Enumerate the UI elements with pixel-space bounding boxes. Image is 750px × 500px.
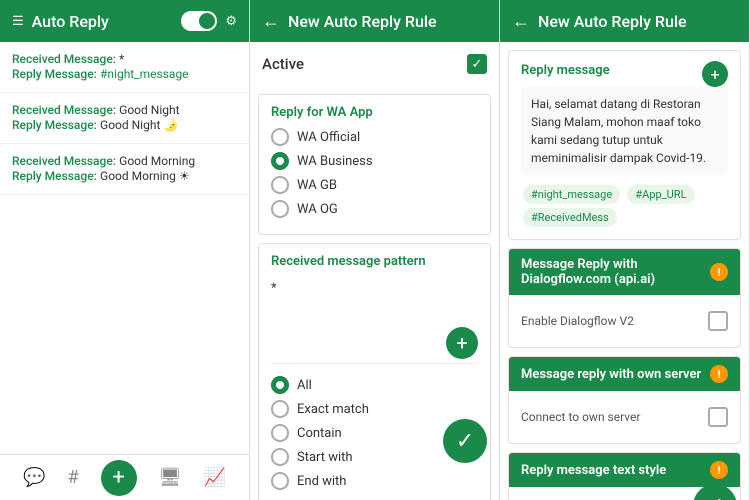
wa-business-label: WA Business <box>297 154 373 169</box>
dialogflow-title: Message Reply with Dialogflow.com (api.a… <box>521 257 710 287</box>
pattern-title: Received message pattern <box>271 254 478 269</box>
gear-icon[interactable]: ⚙ <box>225 14 237 29</box>
wa-og-radio[interactable] <box>271 200 289 218</box>
wa-gb-radio[interactable] <box>271 176 289 194</box>
wa-og-option[interactable]: WA OG <box>271 200 478 218</box>
all-option[interactable]: All <box>271 376 478 394</box>
panel3-header: ← New Auto Reply Rule <box>500 0 749 42</box>
add-reply-button[interactable]: + <box>702 61 728 87</box>
received-label: Received Message: Good Morning <box>12 154 237 169</box>
wa-official-label: WA Official <box>297 130 360 145</box>
reply-message-text: Hai, selamat datang di Restoran Siang Ma… <box>521 87 728 175</box>
reply-for-wa-app-section: Reply for WA App WA Official WA Business… <box>258 94 491 235</box>
panel-new-rule-left: ← New Auto Reply Rule Active ✓ Reply for… <box>250 0 500 500</box>
wa-gb-option[interactable]: WA GB <box>271 176 478 194</box>
reply-label: Reply Message: #night_message <box>12 67 237 82</box>
add-button[interactable]: + <box>101 460 137 496</box>
reply-label: Reply Message: Good Morning ☀ <box>12 169 237 184</box>
wa-official-radio[interactable] <box>271 128 289 146</box>
pattern-text: * <box>271 277 478 327</box>
dialogflow-header: Message Reply with Dialogflow.com (api.a… <box>509 249 740 295</box>
panel1-title: Auto Reply <box>32 12 174 31</box>
active-checkbox[interactable]: ✓ <box>467 54 487 74</box>
own-server-header: Message reply with own server ! <box>509 357 740 391</box>
reply-message-title: Reply message <box>521 63 610 78</box>
panel2-title: New Auto Reply Rule <box>288 12 487 31</box>
reply-message-section: Reply message + Hai, selamat datang di R… <box>508 50 741 240</box>
exact-match-label: Exact match <box>297 402 369 417</box>
contain-label: Contain <box>297 426 342 441</box>
reply-label: Reply Message: Good Night 🌛 <box>12 118 237 133</box>
text-style-header: Reply message text style ! <box>509 453 740 487</box>
add-pattern-button[interactable]: + <box>446 327 478 359</box>
panel2-body: Active ✓ Reply for WA App WA Official WA… <box>250 42 499 500</box>
menu-icon[interactable]: ☰ <box>12 14 24 29</box>
end-with-option[interactable]: End with <box>271 472 478 490</box>
dialogflow-label: Enable Dialogflow V2 <box>521 314 634 328</box>
text-style-info-icon[interactable]: ! <box>710 461 728 479</box>
list-item[interactable]: Received Message: Good Night Reply Messa… <box>0 93 249 144</box>
panel3-body: Reply message + Hai, selamat datang di R… <box>500 42 749 500</box>
own-server-checkbox[interactable] <box>708 407 728 427</box>
active-label: Active <box>262 55 304 73</box>
chat-icon[interactable]: 💬 <box>23 467 45 488</box>
panel2-fab-check[interactable]: ✓ <box>443 419 487 463</box>
panel1-header: ☰ Auto Reply ⚙ <box>0 0 249 42</box>
text-style-title: Reply message text style <box>521 463 666 478</box>
back-arrow-icon[interactable]: ← <box>512 11 530 32</box>
reply-wa-app-title: Reply for WA App <box>271 105 478 120</box>
toggle-switch[interactable] <box>181 11 217 31</box>
dialogflow-checkbox[interactable] <box>708 311 728 331</box>
panel-new-rule-right: ← New Auto Reply Rule Reply message + Ha… <box>500 0 750 500</box>
list-item[interactable]: Received Message: Good Morning Reply Mes… <box>0 144 249 195</box>
active-row[interactable]: Active ✓ <box>250 42 499 86</box>
hashtag-icon[interactable]: # <box>67 467 78 488</box>
panel3-title: New Auto Reply Rule <box>538 12 737 31</box>
own-server-title: Message reply with own server <box>521 367 701 382</box>
all-label: All <box>297 378 312 393</box>
all-radio[interactable] <box>271 376 289 394</box>
wa-og-label: WA OG <box>297 202 338 217</box>
tag-chip[interactable]: #App_URL <box>627 185 694 204</box>
wa-business-option[interactable]: WA Business <box>271 152 478 170</box>
list-item[interactable]: Received Message: * Reply Message: #nigh… <box>0 42 249 93</box>
reply-tags: #night_message #App_URL #ReceivedMess <box>521 183 728 229</box>
panel-auto-reply: ☰ Auto Reply ⚙ Received Message: * Reply… <box>0 0 250 500</box>
start-with-radio[interactable] <box>271 448 289 466</box>
received-label: Received Message: * <box>12 52 237 67</box>
panel1-content: Received Message: * Reply Message: #nigh… <box>0 42 249 454</box>
own-server-body: Connect to own server <box>509 391 740 443</box>
contain-radio[interactable] <box>271 424 289 442</box>
own-server-label: Connect to own server <box>521 410 640 424</box>
panel3-scroll: Reply message + Hai, selamat datang di R… <box>500 42 749 500</box>
own-server-info-icon[interactable]: ! <box>710 365 728 383</box>
exact-match-option[interactable]: Exact match <box>271 400 478 418</box>
exact-match-radio[interactable] <box>271 400 289 418</box>
dialogflow-body: Enable Dialogflow V2 <box>509 295 740 347</box>
desktop-icon[interactable]: 🖥 <box>159 467 182 488</box>
dialogflow-info-icon[interactable]: ! <box>710 263 728 281</box>
wa-business-radio[interactable] <box>271 152 289 170</box>
back-arrow-icon[interactable]: ← <box>262 11 280 32</box>
end-with-radio[interactable] <box>271 472 289 490</box>
stats-icon[interactable]: 📈 <box>204 467 226 488</box>
tag-chip[interactable]: #ReceivedMess <box>523 208 617 227</box>
wa-gb-label: WA GB <box>297 178 337 193</box>
panel1-bottom-bar: 💬 # + 🖥 📈 <box>0 454 249 500</box>
panel2-header: ← New Auto Reply Rule <box>250 0 499 42</box>
start-with-label: Start with <box>297 450 353 465</box>
dialogflow-section: Message Reply with Dialogflow.com (api.a… <box>508 248 741 348</box>
own-server-connect-row[interactable]: Connect to own server <box>521 401 728 433</box>
received-label: Received Message: Good Night <box>12 103 237 118</box>
end-with-label: End with <box>297 474 346 489</box>
tag-chip[interactable]: #night_message <box>523 185 620 204</box>
dialogflow-enable-row[interactable]: Enable Dialogflow V2 <box>521 305 728 337</box>
own-server-section: Message reply with own server ! Connect … <box>508 356 741 444</box>
wa-official-option[interactable]: WA Official <box>271 128 478 146</box>
